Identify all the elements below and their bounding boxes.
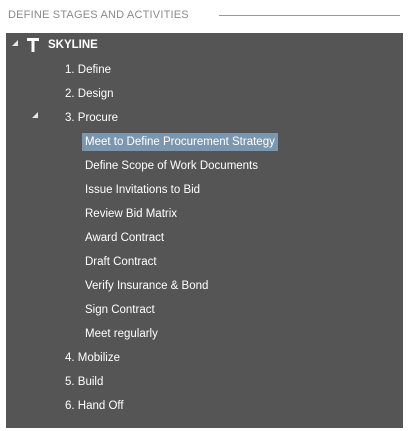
activity-verify-insurance[interactable]: Verify Insurance & Bond bbox=[85, 277, 208, 295]
hammer-icon bbox=[27, 38, 39, 52]
stage-define[interactable]: 1. Define bbox=[65, 61, 111, 79]
stage-label: 6. Hand Off bbox=[65, 400, 124, 412]
activity-label: Define Scope of Work Documents bbox=[85, 160, 259, 172]
procure-collapse-toggle[interactable] bbox=[32, 112, 38, 118]
tree-root-skyline[interactable]: SKYLINE bbox=[48, 36, 98, 54]
stage-build[interactable]: 5. Build bbox=[65, 373, 103, 391]
stage-label: 3. Procure bbox=[65, 112, 119, 124]
activity-label: Issue Invitations to Bid bbox=[85, 184, 201, 196]
activity-label: Meet to Define Procurement Strategy bbox=[85, 136, 275, 148]
stage-label: 2. Design bbox=[65, 88, 114, 100]
section-divider bbox=[219, 15, 400, 16]
section-title: DEFINE STAGES AND ACTIVITIES bbox=[8, 9, 189, 21]
stage-design[interactable]: 2. Design bbox=[65, 85, 114, 103]
activity-meet-procurement-strategy[interactable]: Meet to Define Procurement Strategy bbox=[82, 133, 278, 151]
stage-hand-off[interactable]: 6. Hand Off bbox=[65, 397, 124, 415]
activity-draft-contract[interactable]: Draft Contract bbox=[85, 253, 157, 271]
root-collapse-toggle[interactable] bbox=[12, 40, 18, 46]
activity-label: Verify Insurance & Bond bbox=[85, 280, 209, 292]
activity-label: Draft Contract bbox=[85, 256, 157, 268]
stage-procure[interactable]: 3. Procure bbox=[65, 109, 118, 127]
activity-issue-invitations[interactable]: Issue Invitations to Bid bbox=[85, 181, 200, 199]
activity-sign-contract[interactable]: Sign Contract bbox=[85, 301, 155, 319]
activity-review-bid-matrix[interactable]: Review Bid Matrix bbox=[85, 205, 177, 223]
stage-label: 4. Mobilize bbox=[65, 352, 120, 364]
stage-tree: SKYLINE 1. Define 2. Design 3. Procure M… bbox=[6, 33, 403, 428]
activity-award-contract[interactable]: Award Contract bbox=[85, 229, 164, 247]
activity-label: Sign Contract bbox=[85, 304, 155, 316]
tree-root-label: SKYLINE bbox=[48, 39, 98, 51]
activity-label: Meet regularly bbox=[85, 328, 158, 340]
activity-define-scope[interactable]: Define Scope of Work Documents bbox=[85, 157, 258, 175]
activity-label: Award Contract bbox=[85, 232, 165, 244]
section-header: DEFINE STAGES AND ACTIVITIES bbox=[8, 8, 189, 22]
stage-label: 1. Define bbox=[65, 64, 112, 76]
activity-label: Review Bid Matrix bbox=[85, 208, 178, 220]
stage-label: 5. Build bbox=[65, 376, 104, 388]
activity-meet-regularly[interactable]: Meet regularly bbox=[85, 325, 158, 343]
stage-mobilize[interactable]: 4. Mobilize bbox=[65, 349, 120, 367]
